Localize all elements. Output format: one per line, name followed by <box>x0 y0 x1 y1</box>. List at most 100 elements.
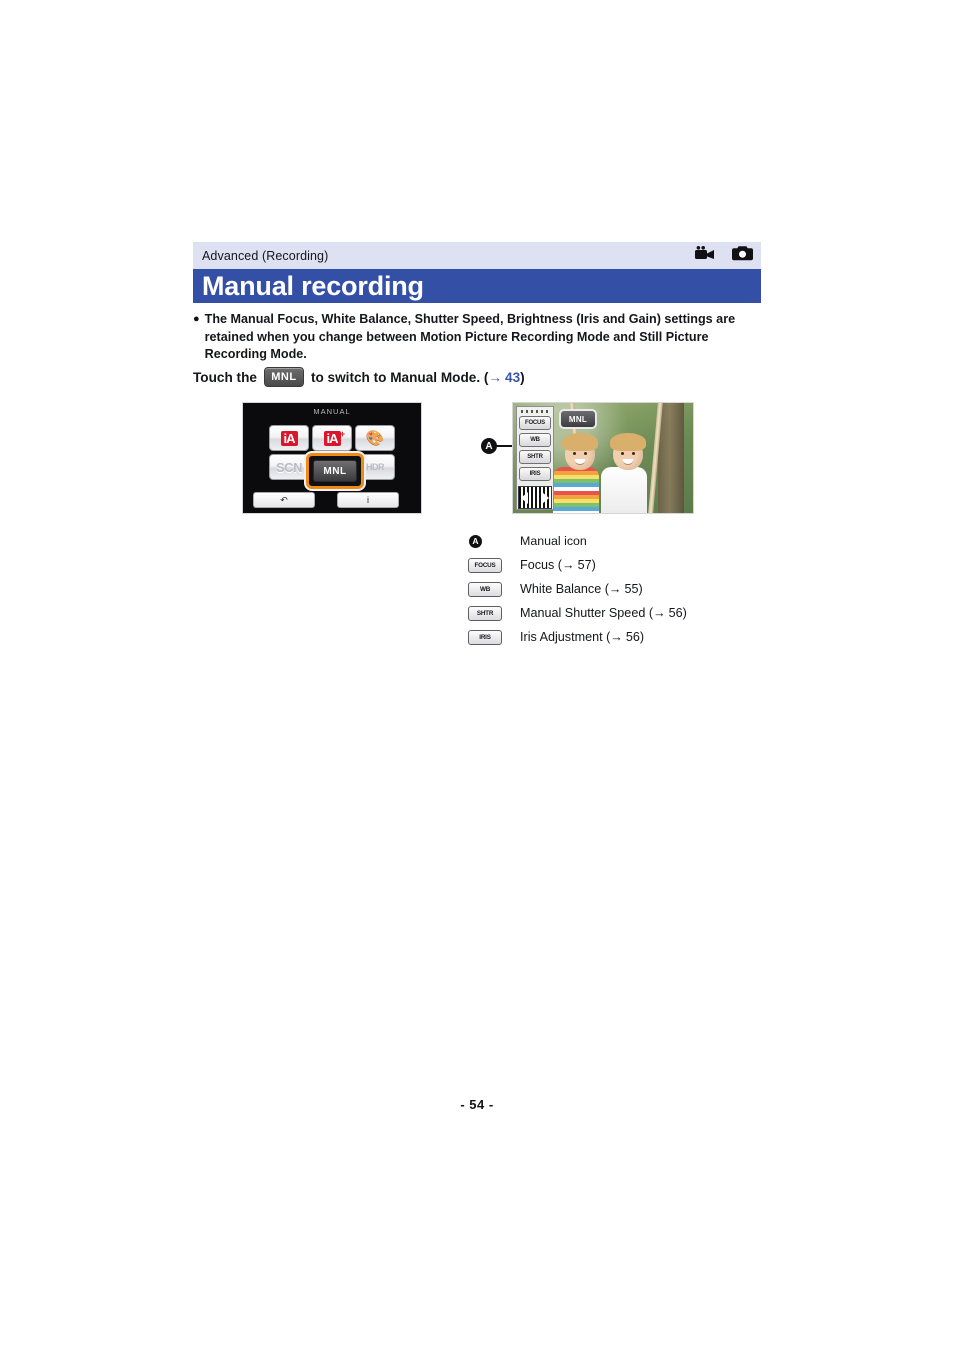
page-ref-link[interactable]: 43 <box>505 370 520 385</box>
iris-button[interactable]: IRIS <box>519 467 551 482</box>
instruction-close-paren: ) <box>520 369 525 385</box>
page-ref-link[interactable]: 56 <box>669 606 683 620</box>
hdr-mode-label: HDR <box>366 462 385 472</box>
boy-shirt <box>601 467 647 513</box>
legend-item-focus: FOCUS Focus ( → 57 ) <box>468 553 768 577</box>
legend-label: Focus ( <box>520 558 562 572</box>
boy-mouth <box>622 459 634 465</box>
palette-icon: 🎨 <box>365 429 385 447</box>
shutter-button[interactable]: SHTR <box>519 450 551 465</box>
callout-a-marker: A <box>469 534 482 548</box>
still-camera-icon <box>732 245 753 266</box>
callout-a-marker: A <box>481 438 497 454</box>
shutter-icon: SHTR <box>468 605 502 621</box>
focus-button-label: FOCUS <box>524 419 545 426</box>
boy-eye-right <box>632 452 635 455</box>
girl-eye-left <box>573 452 576 455</box>
page-ref-arrow-icon: → <box>608 582 622 596</box>
page-ref-arrow-icon: → <box>610 630 623 644</box>
callout-a-label: A <box>485 440 493 452</box>
boy-head <box>610 433 646 470</box>
legend-close-paren: ) <box>639 630 645 644</box>
screenshot-manual-overlay: FOCUS WB SHTR IRIS MNL <box>512 402 694 514</box>
instruction-line: Touch the MNL to switch to Manual Mode. … <box>193 367 525 387</box>
iris-icon: IRIS <box>468 629 502 645</box>
back-button[interactable]: ↶ <box>253 492 315 508</box>
callout-leader-line <box>497 445 513 447</box>
focus-icon: FOCUS <box>468 557 502 573</box>
legend-close-paren: ) <box>591 558 596 572</box>
screen-bottom-bar: ↶ i <box>253 492 411 508</box>
page-ref-arrow-icon: → <box>562 558 575 572</box>
note-block: ● The Manual Focus, White Balance, Shutt… <box>193 311 763 364</box>
legend-item-shutter-speed: SHTR Manual Shutter Speed ( → 56 ) <box>468 601 768 625</box>
page-title-bar: Manual recording <box>193 269 761 303</box>
focus-button[interactable]: FOCUS <box>519 415 551 430</box>
page-ref-link[interactable]: 56 <box>626 630 640 644</box>
manual-icon-osd[interactable]: MNL <box>559 409 597 429</box>
page-number: - 54 - <box>460 1097 494 1112</box>
girl-mouth <box>574 459 586 465</box>
manual-settings-panel: FOCUS WB SHTR IRIS <box>516 406 554 510</box>
legend-label: Manual Shutter Speed ( <box>520 606 654 620</box>
legend-key: FOCUS <box>468 557 520 573</box>
screen-title-manual: MANUAL <box>313 407 351 416</box>
legend-close-paren: ) <box>682 606 687 620</box>
legend-key: IRIS <box>468 629 520 645</box>
legend-label: White Balance ( <box>520 582 609 596</box>
girl-hair <box>562 433 598 451</box>
legend-item-manual-icon: A Manual icon <box>468 529 768 553</box>
breadcrumb-bar: Advanced (Recording) <box>193 242 761 269</box>
bullet-icon: ● <box>193 313 200 325</box>
tree-decoration <box>658 403 684 513</box>
breadcrumb: Advanced (Recording) <box>202 248 329 263</box>
photo-subject-girl <box>553 433 599 513</box>
ia-plus-mode-button[interactable]: iA + <box>312 425 352 451</box>
shutter-button-label: SHTR <box>527 454 543 461</box>
page-ref-link[interactable]: 55 <box>625 582 639 596</box>
screenshot-mode-menu: MANUAL iA iA + 🎨 SCN HDR MNL ↶ i <box>242 402 422 514</box>
mnl-chip-icon[interactable]: MNL <box>263 367 304 387</box>
info-button[interactable]: i <box>337 492 399 508</box>
panel-grip-icon <box>521 410 549 413</box>
legend-key: A <box>468 534 520 548</box>
legend-key: SHTR <box>468 605 520 621</box>
page-ref-arrow-icon: → <box>488 369 503 385</box>
girl-head <box>562 433 598 470</box>
manual-mode-button-selected[interactable]: MNL <box>306 453 364 489</box>
scene-mode-label: SCN <box>276 459 302 475</box>
white-balance-button-label: WB <box>530 437 540 444</box>
page-ref-arrow-icon: → <box>653 606 666 620</box>
legend-item-white-balance: WB White Balance ( → 55 ) <box>468 577 768 601</box>
iris-button-label: IRIS <box>529 471 541 478</box>
header-mode-icons <box>695 245 753 266</box>
info-icon: i <box>367 495 369 505</box>
girl-eye-right <box>584 452 587 455</box>
photo-subject-boy <box>601 433 647 513</box>
movie-camera-icon <box>695 245 715 266</box>
legend-item-iris: IRIS Iris Adjustment ( → 56 ) <box>468 625 768 649</box>
legend-key: WB <box>468 581 520 597</box>
manual-page: Advanced (Recording) Manual recording ● … <box>0 0 954 1348</box>
legend-list: A Manual icon FOCUS Focus ( → 57 ) WB Wh… <box>468 529 768 649</box>
creative-control-button[interactable]: 🎨 <box>355 425 395 451</box>
white-balance-button[interactable]: WB <box>519 432 551 448</box>
ia-mode-label: iA <box>280 430 298 446</box>
scene-mode-button[interactable]: SCN <box>269 454 309 480</box>
legend-label: Iris Adjustment ( <box>520 630 611 644</box>
manual-icon-osd-label: MNL <box>568 414 588 424</box>
girl-shirt <box>553 467 599 513</box>
legend-close-paren: ) <box>638 582 643 596</box>
white-balance-icon: WB <box>468 581 502 597</box>
instruction-prefix: Touch the <box>193 369 257 385</box>
plus-icon: + <box>339 429 345 439</box>
manual-mode-label: MNL <box>313 460 357 482</box>
page-title: Manual recording <box>202 270 424 301</box>
zoom-slider[interactable] <box>518 486 552 510</box>
boy-hair <box>610 433 646 451</box>
back-arrow-icon: ↶ <box>280 494 288 505</box>
legend-label: Manual icon <box>520 534 587 548</box>
page-ref-link[interactable]: 57 <box>578 558 592 572</box>
ia-mode-button[interactable]: iA <box>269 425 309 451</box>
note-text: The Manual Focus, White Balance, Shutter… <box>204 312 736 361</box>
